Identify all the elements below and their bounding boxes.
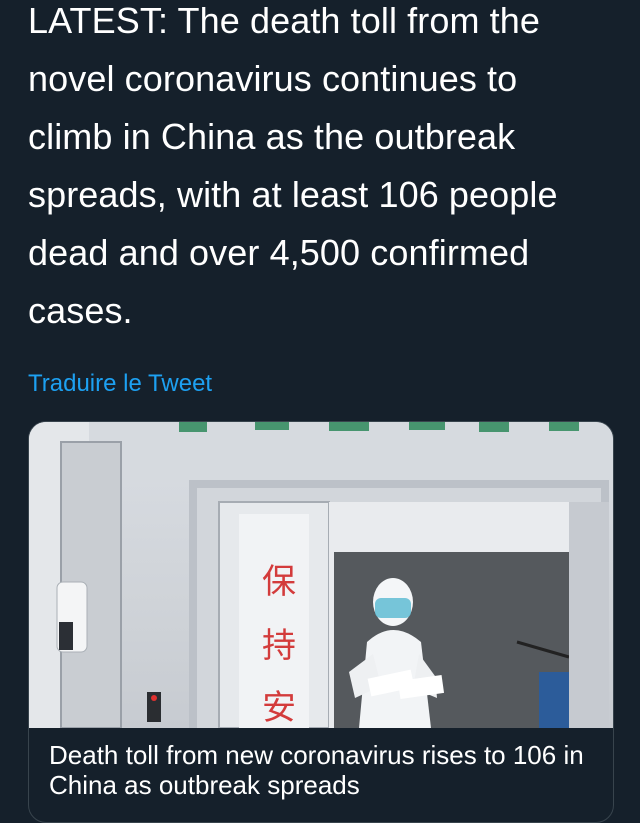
news-photo: 保 持 安 (29, 422, 613, 728)
card-title: Death toll from new coronavirus rises to… (49, 740, 584, 800)
sign-char-2: 持 (262, 626, 296, 666)
link-preview-card[interactable]: 保 持 安 Death toll from new coronavirus ri… (28, 421, 614, 823)
tweet-text: LATEST: The death toll from the novel co… (28, 0, 558, 331)
sign-char-1: 保 (262, 562, 296, 602)
translate-tweet-link[interactable]: Traduire le Tweet (28, 370, 212, 398)
sign-char-3: 安 (262, 688, 296, 728)
